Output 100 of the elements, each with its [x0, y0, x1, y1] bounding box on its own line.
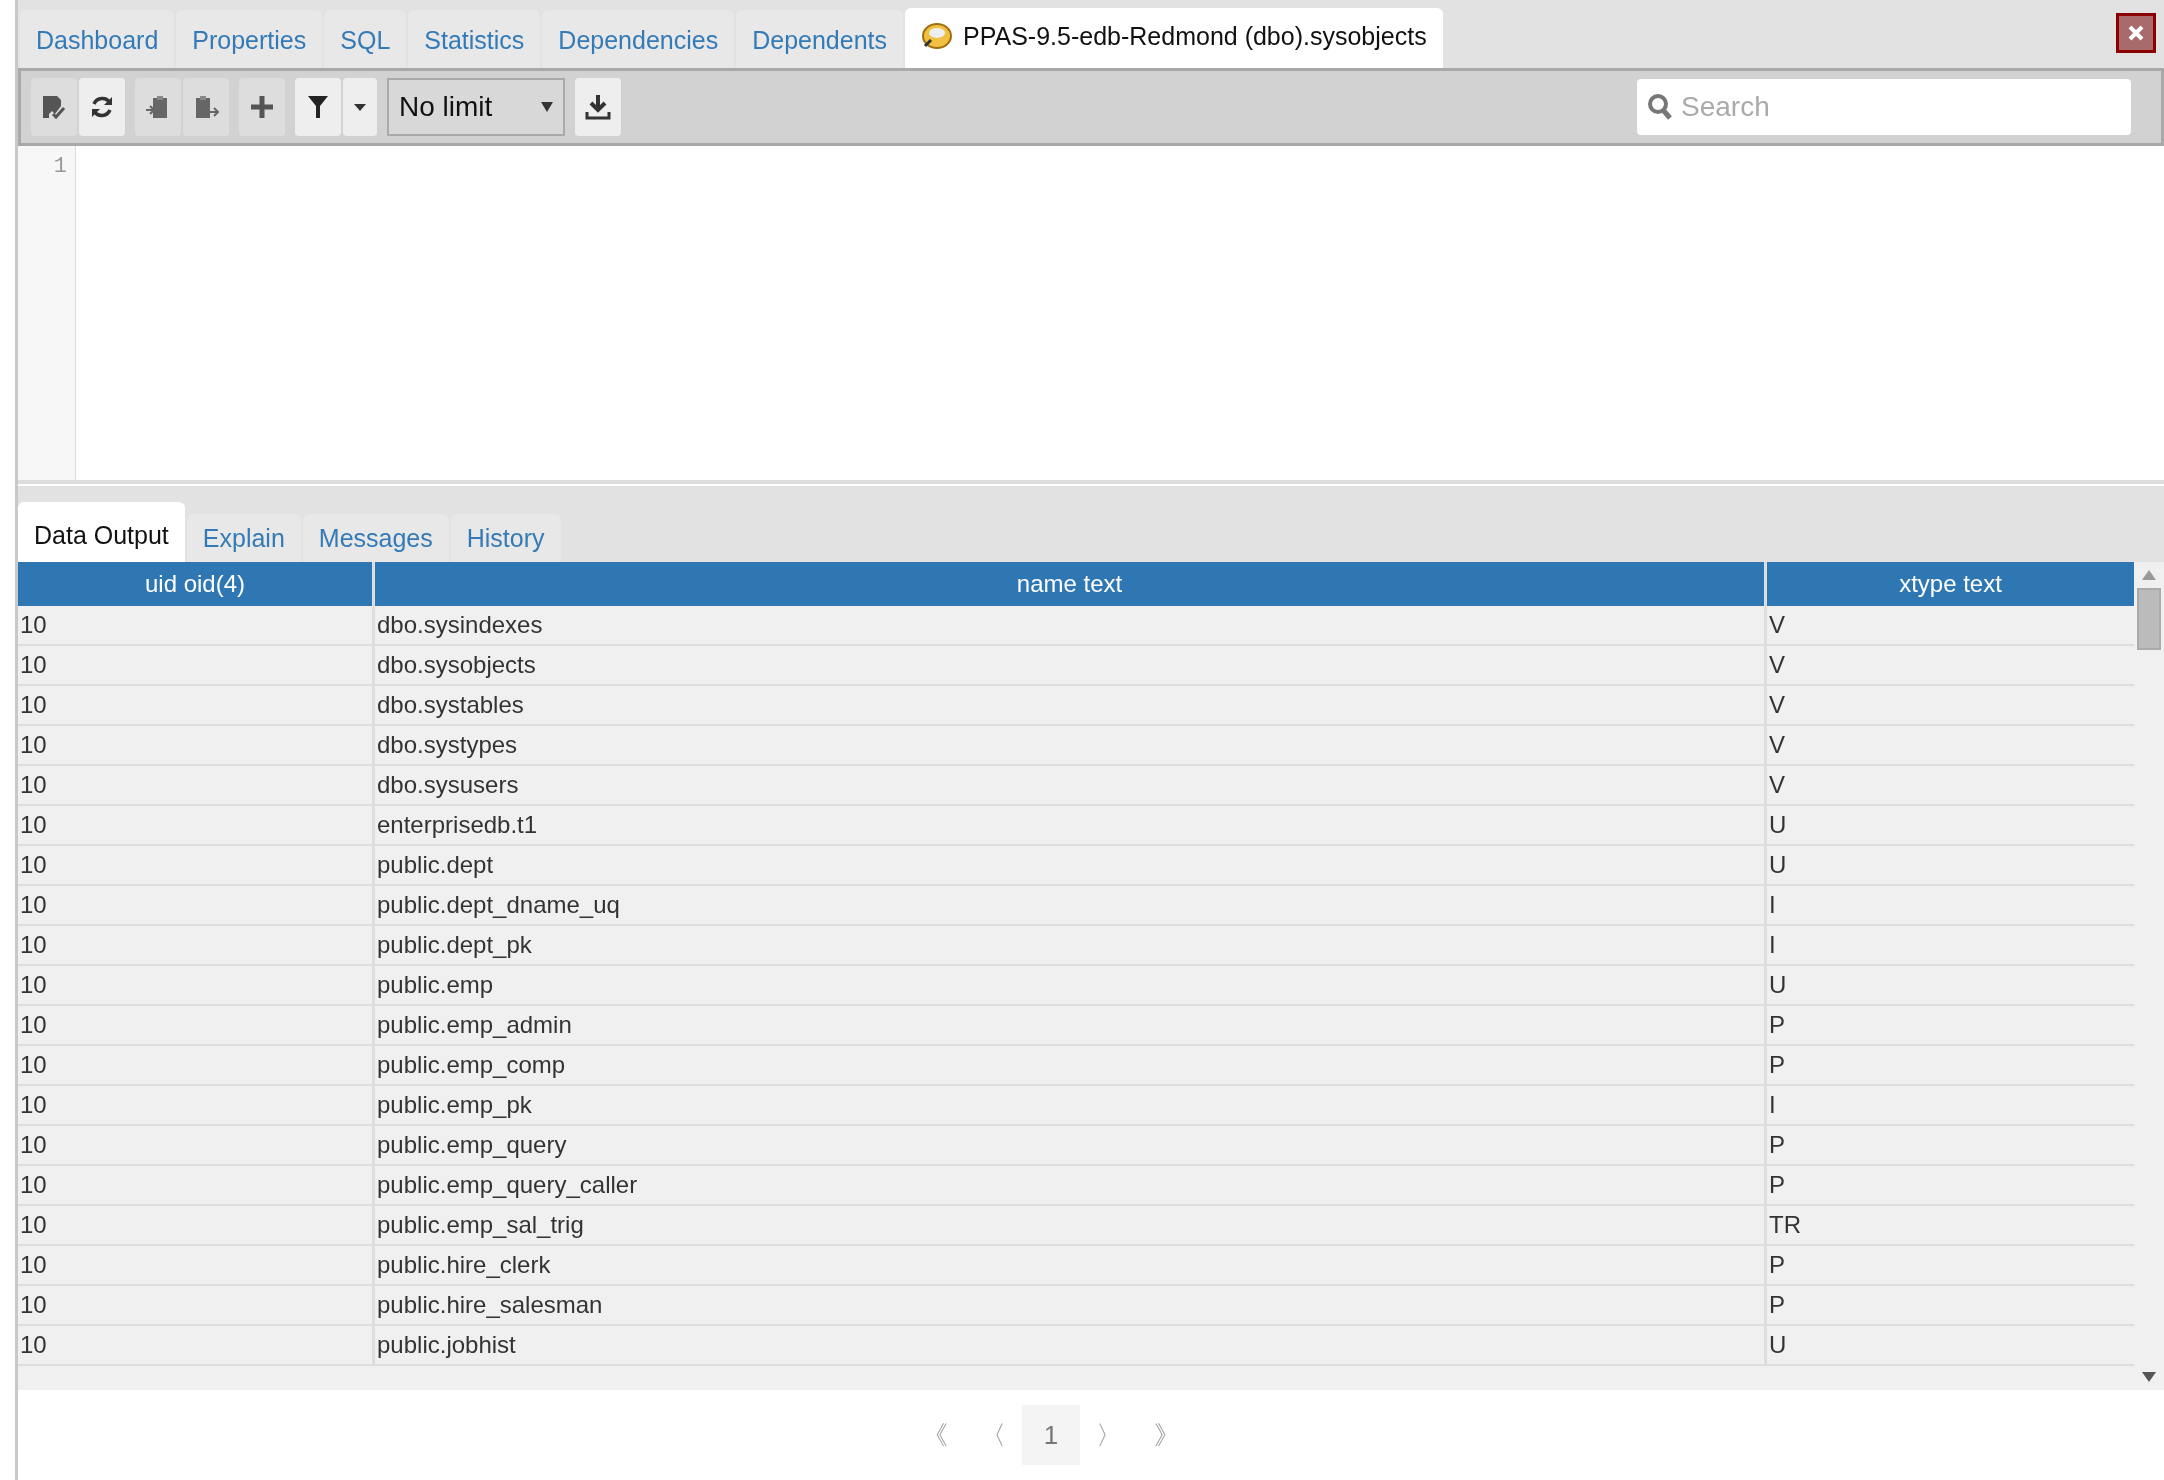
- search-icon: [1647, 93, 1673, 121]
- table-cell: public.hire_salesman: [375, 1286, 1767, 1324]
- table-cell: public.emp_query_caller: [375, 1166, 1767, 1204]
- tab[interactable]: Data Output: [18, 502, 185, 562]
- table-cell: 10: [18, 766, 375, 804]
- table-cell: 10: [18, 1086, 375, 1124]
- table-cell: public.emp_query: [375, 1126, 1767, 1164]
- table-cell-text: P: [1768, 1050, 1786, 1080]
- tab[interactable]: Dashboard: [20, 10, 175, 68]
- save-data-button[interactable]: [31, 78, 77, 136]
- table-cell: dbo.sysusers: [375, 766, 1767, 804]
- table-cell-text: P: [1768, 1010, 1786, 1040]
- page-button[interactable]: 1: [1022, 1405, 1080, 1465]
- table-cell: dbo.systypes: [375, 726, 1767, 764]
- table-cell: dbo.sysindexes: [375, 606, 1767, 644]
- table-cell-text: U: [1768, 970, 1788, 1000]
- table-cell: enterprisedb.t1: [375, 806, 1767, 844]
- next-page-button[interactable]: 〉: [1080, 1405, 1138, 1465]
- table-cell: public.emp_admin: [375, 1006, 1767, 1044]
- close-icon: [2128, 25, 2144, 41]
- search-field[interactable]: Search: [1637, 79, 2131, 135]
- table-cell: 10: [18, 926, 375, 964]
- refresh-icon: [89, 94, 115, 120]
- first-page-button[interactable]: 《: [906, 1405, 964, 1465]
- tab[interactable]: SQL: [324, 10, 407, 68]
- tab[interactable]: Explain: [186, 514, 301, 562]
- plus-icon: [250, 94, 274, 120]
- line-number: 1: [53, 154, 67, 179]
- save-check-icon: [41, 94, 67, 120]
- table-cell: 10: [18, 1126, 375, 1164]
- table-cell: public.emp_pk: [375, 1086, 1767, 1124]
- clipboard-icon: [193, 94, 219, 120]
- caret-icon: [354, 103, 366, 111]
- filter-button[interactable]: [295, 78, 341, 136]
- tab[interactable]: Dependencies: [542, 10, 735, 68]
- table-cell: public.hire_clerk: [375, 1246, 1767, 1284]
- tab[interactable]: History: [450, 514, 561, 562]
- table-cell: 10: [18, 686, 375, 724]
- table-cell-text: V: [1768, 650, 1786, 680]
- column-header[interactable]: uid oid(4): [18, 562, 375, 606]
- column-header[interactable]: xtype text: [1767, 562, 2134, 606]
- table-cell: 10: [18, 726, 375, 764]
- tab[interactable]: PPAS-9.5-edb-Redmond (dbo).sysobjects: [905, 8, 1443, 68]
- add-row-button[interactable]: [239, 78, 285, 136]
- table-cell: public.emp_comp: [375, 1046, 1767, 1084]
- table-cell-text: I: [1768, 1090, 1777, 1120]
- table-cell-text: V: [1768, 730, 1786, 760]
- table-cell: 10: [18, 646, 375, 684]
- table-cell: 10: [18, 1246, 375, 1284]
- tab[interactable]: Properties: [176, 10, 323, 68]
- table-cell-text: P: [1768, 1290, 1786, 1320]
- table-cell: 10: [18, 1166, 375, 1204]
- table-cell: 10: [18, 1206, 375, 1244]
- scrollbar-thumb[interactable]: [2137, 588, 2161, 650]
- table-cell: public.dept_dname_uq: [375, 886, 1767, 924]
- table-cell-text: U: [1768, 1330, 1788, 1360]
- table-cell: public.dept_pk: [375, 926, 1767, 964]
- tab[interactable]: Statistics: [408, 10, 541, 68]
- table-cell: 10: [18, 966, 375, 1004]
- table-cell-text: I: [1768, 930, 1777, 960]
- table-cell-text: P: [1768, 1250, 1786, 1280]
- table-cell: public.dept: [375, 846, 1767, 884]
- table-cell: 10: [18, 806, 375, 844]
- previous-page-button[interactable]: 〈: [964, 1405, 1022, 1465]
- scroll-down-icon: [2142, 1372, 2156, 1382]
- table-cell-text: U: [1768, 850, 1788, 880]
- table-cell-text: I: [1768, 890, 1777, 920]
- limit-dropdown[interactable]: No limit: [387, 78, 565, 136]
- table-cell-text: V: [1768, 770, 1786, 800]
- tab[interactable]: Messages: [302, 514, 449, 562]
- filter-options-button[interactable]: [343, 78, 377, 136]
- table-cell: dbo.sysobjects: [375, 646, 1767, 684]
- download-button[interactable]: [575, 78, 621, 136]
- table-cell: public.emp: [375, 966, 1767, 1004]
- tab[interactable]: Dependents: [736, 10, 903, 68]
- table-cell-text: TR: [1768, 1210, 1802, 1240]
- filter-icon: [307, 94, 329, 120]
- table-cell-text: V: [1768, 610, 1786, 640]
- refresh-button[interactable]: [79, 78, 125, 136]
- column-header[interactable]: name text: [375, 562, 1767, 606]
- paste-button[interactable]: [183, 78, 229, 136]
- table-cell-text: P: [1768, 1170, 1786, 1200]
- table-cell: dbo.systables: [375, 686, 1767, 724]
- table-cell-text: V: [1768, 690, 1786, 720]
- table-cell-text: U: [1768, 810, 1788, 840]
- table-cell: public.jobhist: [375, 1326, 1767, 1364]
- table-cell-text: P: [1768, 1130, 1786, 1160]
- table-cell: 10: [18, 606, 375, 644]
- table-cell: public.emp_sal_trig: [375, 1206, 1767, 1244]
- download-icon: [585, 94, 611, 120]
- table-cell: 10: [18, 1326, 375, 1364]
- copy-button[interactable]: [135, 78, 181, 136]
- table-cell: 10: [18, 1286, 375, 1324]
- table-cell: 10: [18, 846, 375, 884]
- table-cell: 10: [18, 1006, 375, 1044]
- caret-icon: [541, 102, 553, 112]
- table-cell: 10: [18, 1046, 375, 1084]
- last-page-button[interactable]: 》: [1138, 1405, 1196, 1465]
- table-cell: 10: [18, 886, 375, 924]
- close-button[interactable]: [2116, 13, 2156, 53]
